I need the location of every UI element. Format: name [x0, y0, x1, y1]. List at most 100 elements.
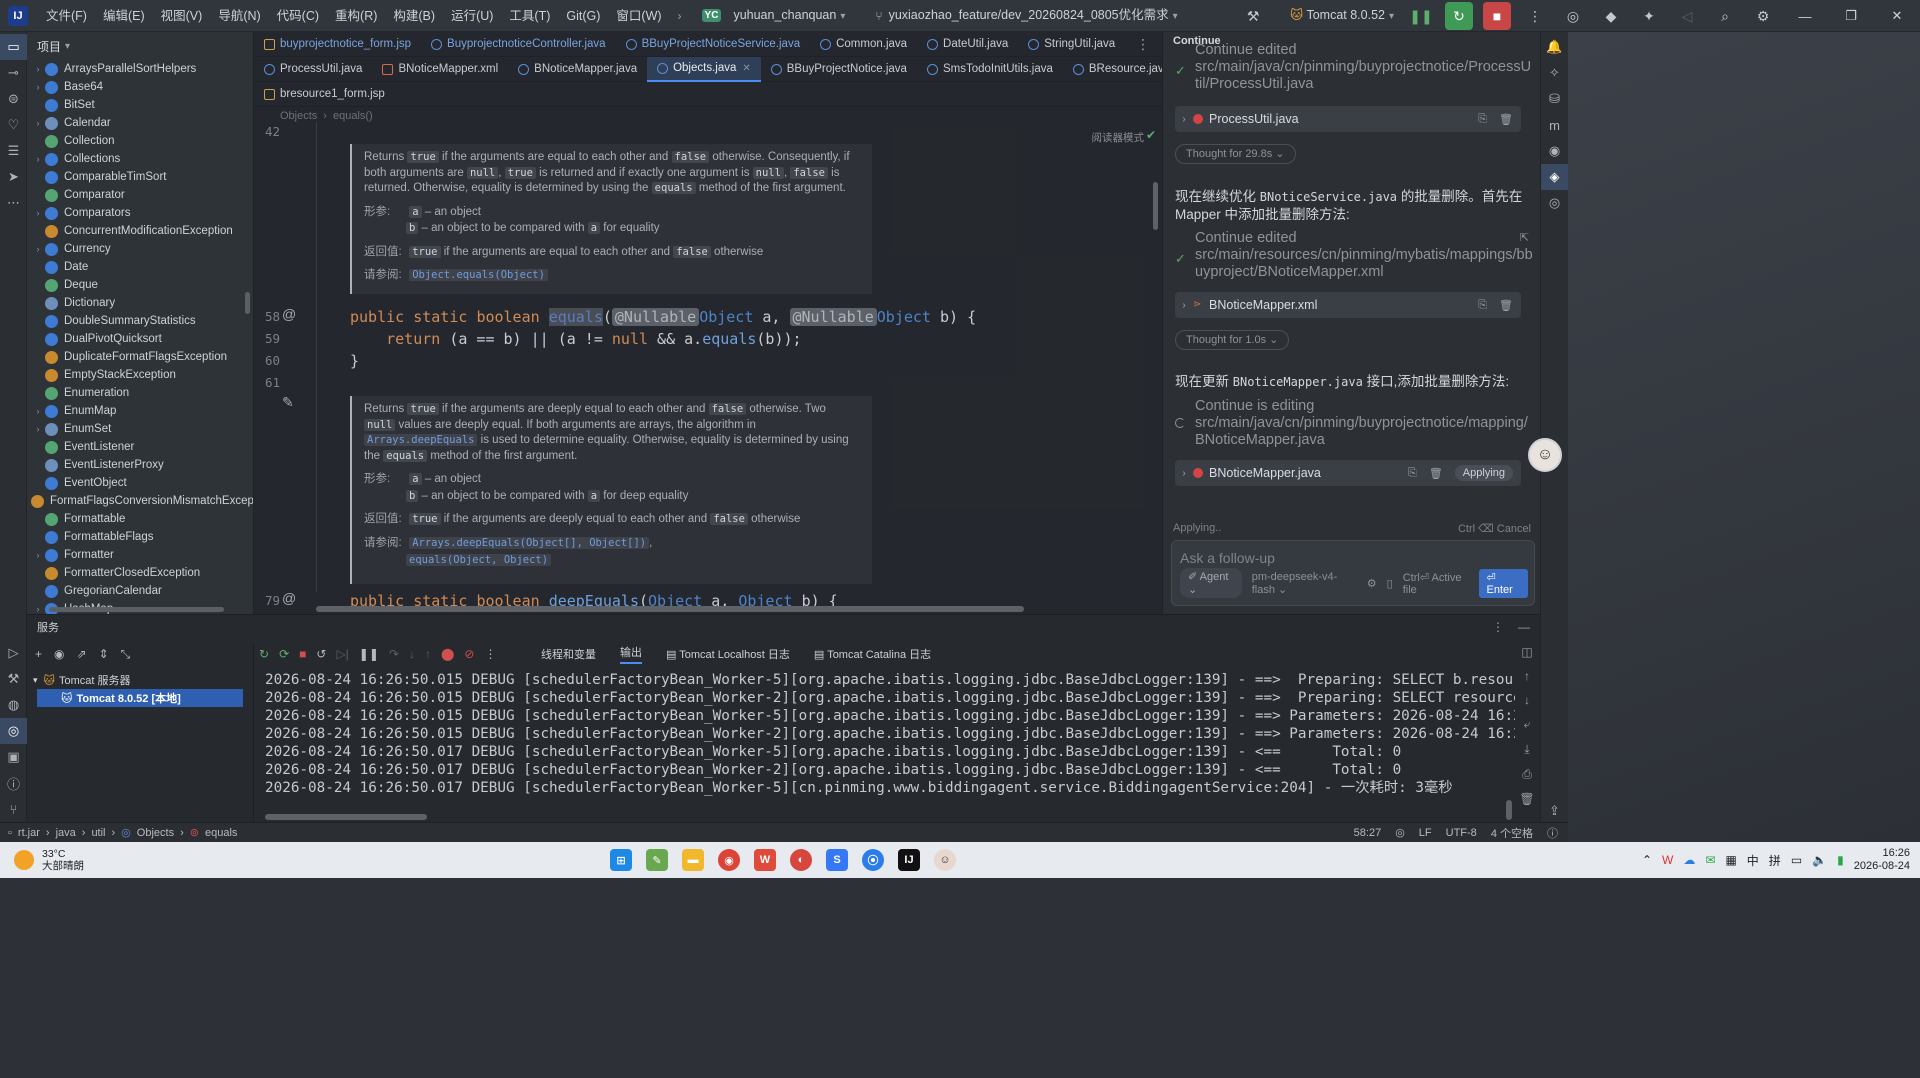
vertical-scrollbar[interactable]	[245, 292, 250, 314]
chevron-right-icon[interactable]: ›	[31, 244, 45, 254]
menu-item[interactable]: 文件(F)	[38, 0, 95, 32]
file-card-mapper-java[interactable]: › BNoticeMapper.java ⎘ 🗑 Applying	[1175, 460, 1521, 486]
chevron-right-icon[interactable]: ›	[31, 406, 45, 416]
chevron-right-icon[interactable]: ›	[31, 550, 45, 560]
more-options-icon[interactable]: ⋮	[1492, 620, 1504, 634]
share-icon[interactable]: ⇪	[1541, 798, 1568, 824]
tree-item[interactable]: Dictionary	[31, 294, 253, 312]
menu-item[interactable]: 编辑(E)	[95, 0, 153, 32]
chevron-right-icon[interactable]: ›	[31, 604, 45, 614]
tree-item[interactable]: Deque	[31, 276, 253, 294]
tree-item[interactable]: › EnumMap	[31, 402, 253, 420]
stop-icon[interactable]: ■	[1483, 2, 1511, 30]
problems-tool-icon[interactable]: ⓘ	[0, 770, 27, 796]
tab-list-more-icon[interactable]: ⋮	[1136, 36, 1150, 53]
minimize-panel-icon[interactable]: —	[1518, 620, 1530, 634]
build-hammer-icon[interactable]: ⚒	[1239, 2, 1267, 30]
tree-item[interactable]: ComparableTimSort	[31, 168, 253, 186]
network-icon[interactable]: ▭	[1791, 853, 1802, 867]
editor-tab[interactable]: BResource.java	[1063, 57, 1162, 82]
minimize-button[interactable]: —	[1782, 0, 1828, 32]
chevron-right-icon[interactable]: ›	[31, 82, 45, 92]
mute-breakpoints-icon[interactable]: ⊘	[464, 647, 474, 661]
intellij-taskbar-icon[interactable]: IJ	[898, 849, 920, 871]
tab-output[interactable]: 输出	[620, 644, 642, 664]
web-tool-icon[interactable]: ◍	[0, 692, 27, 718]
menu-overflow-arrow-icon[interactable]: ›	[670, 9, 690, 23]
scroll-up-icon[interactable]: ↑	[1524, 669, 1530, 683]
clear-console-icon[interactable]: 🗑	[1519, 792, 1534, 806]
update-app-icon[interactable]: ⟳	[279, 647, 289, 661]
terminal-tool-icon[interactable]: ▣	[0, 744, 27, 770]
delete-icon[interactable]: 🗑	[1499, 299, 1513, 312]
step-over-icon[interactable]: ↷	[389, 647, 399, 661]
notifications-icon[interactable]: 🔔	[1541, 34, 1568, 60]
thought-toggle-1[interactable]: Thought for 29.8s ⌄	[1175, 144, 1296, 164]
browser-app-icon[interactable]: ◐	[790, 849, 812, 871]
editor-tab[interactable]: StringUtil.java	[1018, 32, 1125, 57]
editor-tab[interactable]: BNoticeMapper.xml	[372, 57, 508, 82]
crumb-package[interactable]: util	[91, 827, 105, 839]
tab-catalina-log[interactable]: ▤ Tomcat Catalina 日志	[814, 646, 931, 662]
close-tab-icon[interactable]: ✕	[742, 63, 750, 74]
tray-expand-icon[interactable]: ⌃	[1642, 853, 1652, 867]
plugin-blue-icon[interactable]: ◉	[1541, 138, 1568, 164]
doc-see-link[interactable]: equals(Object, Object)	[406, 554, 552, 566]
restore-button[interactable]: ❐	[1828, 0, 1874, 32]
notifications-status-icon[interactable]: ⓘ	[1547, 825, 1558, 841]
tree-item[interactable]: › ArraysParallelSortHelpers	[31, 60, 253, 78]
battery-icon[interactable]: ▮	[1837, 853, 1844, 867]
tree-item[interactable]: › Formatter	[31, 546, 253, 564]
file-card-mapper-xml[interactable]: › ⋗ BNoticeMapper.xml ⎘ 🗑	[1175, 292, 1521, 318]
bookmarks-tool-icon[interactable]: ♡	[0, 112, 27, 138]
project-tool-icon[interactable]: ▭	[0, 34, 27, 60]
override-at-icon[interactable]: @	[282, 306, 296, 322]
wps-icon[interactable]: W	[754, 849, 776, 871]
file-encoding[interactable]: UTF-8	[1446, 827, 1477, 839]
stop-server-icon[interactable]: ■	[299, 647, 306, 661]
project-panel-header[interactable]: 项目 ▾	[27, 32, 253, 60]
menu-item[interactable]: Git(G)	[558, 0, 608, 32]
console-output[interactable]: 2026-08-24 16:26:50.015 DEBUG [scheduler…	[265, 671, 1515, 797]
ai-status-icon[interactable]: ◎	[1395, 826, 1405, 839]
ime-language[interactable]: 中	[1747, 852, 1759, 869]
structure-tool-icon[interactable]: ⊜	[0, 86, 27, 112]
step-out-icon[interactable]: ↑	[425, 647, 431, 661]
override-at-icon[interactable]: @	[282, 590, 296, 606]
agent-mode-selector[interactable]: ✐ Agent ⌄	[1180, 568, 1242, 598]
weather-widget[interactable]: 33°C 大部晴朗	[0, 848, 240, 872]
tree-item[interactable]: Collection	[31, 132, 253, 150]
chevron-right-icon[interactable]: ›	[31, 118, 45, 128]
editor-tab[interactable]: buyprojectnotice_form.jsp	[254, 32, 421, 57]
rerun-server-icon[interactable]: ↻	[259, 647, 269, 661]
scroll-down-icon[interactable]: ↓	[1524, 693, 1530, 707]
edit-doc-pencil-icon[interactable]: ✎	[282, 394, 294, 411]
editor-tab[interactable]: bresource1_form.jsp	[254, 82, 395, 107]
copy-icon[interactable]: ⎘	[1478, 113, 1487, 126]
method-name-highlighted[interactable]: equals	[548, 308, 603, 326]
reader-mode-toggle[interactable]: 阅读器模式	[1092, 130, 1145, 145]
tree-item[interactable]: DualPivotQuicksort	[31, 330, 253, 348]
ai-assistant-icon[interactable]: ✦	[1635, 2, 1663, 30]
tree-item[interactable]: EventListener	[31, 438, 253, 456]
editor-tab[interactable]: SmsTodoInitUtils.java	[917, 57, 1063, 82]
collapse-all-icon[interactable]: ⤡	[121, 647, 131, 662]
tree-item[interactable]: GregorianCalendar	[31, 582, 253, 600]
tree-item[interactable]: FormattableFlags	[31, 528, 253, 546]
tree-item[interactable]: EmptyStackException	[31, 366, 253, 384]
chevron-right-icon[interactable]: ›	[31, 424, 45, 434]
chevron-right-icon[interactable]: ›	[1175, 468, 1193, 479]
assistant-app-icon[interactable]: ☺	[934, 849, 956, 871]
tree-item[interactable]: DoubleSummaryStatistics	[31, 312, 253, 330]
delete-icon[interactable]: 🗑	[1429, 467, 1443, 480]
doc-see-link[interactable]: Arrays.deepEquals(Object[], Object[])	[409, 536, 650, 549]
menu-item[interactable]: 导航(N)	[210, 0, 268, 32]
tomcat-group[interactable]: ▾ 🐱 Tomcat 服务器	[27, 671, 253, 689]
settings-gear-icon[interactable]: ⚙	[1749, 2, 1777, 30]
open-new-tab-icon[interactable]: ⇗	[77, 647, 87, 661]
restart-icon[interactable]: ↺	[316, 647, 326, 661]
tree-item[interactable]: Comparator	[31, 186, 253, 204]
editor-tab[interactable]: BNoticeMapper.java	[508, 57, 647, 82]
project-selector[interactable]: yuhuan_chanquan ▾	[725, 0, 853, 33]
tree-item[interactable]: BitSet	[31, 96, 253, 114]
